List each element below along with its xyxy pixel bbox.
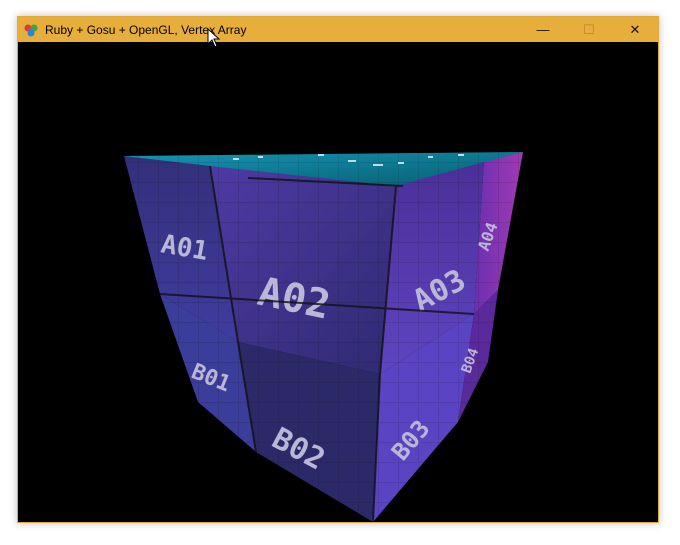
app-window: Ruby + Gosu + OpenGL, Vertex Array — ☐ ✕ bbox=[17, 16, 659, 523]
minimize-icon: — bbox=[536, 22, 550, 37]
opengl-viewport[interactable]: A01 B01 A02 B02 A03 B03 A04 B04 bbox=[18, 42, 658, 522]
close-button[interactable]: ✕ bbox=[612, 17, 658, 42]
title-bar[interactable]: Ruby + Gosu + OpenGL, Vertex Array — ☐ ✕ bbox=[18, 17, 658, 42]
gosu-app-icon bbox=[23, 22, 39, 38]
maximize-button[interactable]: ☐ bbox=[566, 17, 612, 42]
window-title: Ruby + Gosu + OpenGL, Vertex Array bbox=[45, 22, 247, 37]
cube-render: A01 B01 A02 B02 A03 B03 A04 B04 bbox=[124, 152, 523, 522]
close-icon: ✕ bbox=[629, 21, 641, 37]
maximize-icon: ☐ bbox=[583, 21, 595, 37]
minimize-button[interactable]: — bbox=[520, 17, 566, 42]
